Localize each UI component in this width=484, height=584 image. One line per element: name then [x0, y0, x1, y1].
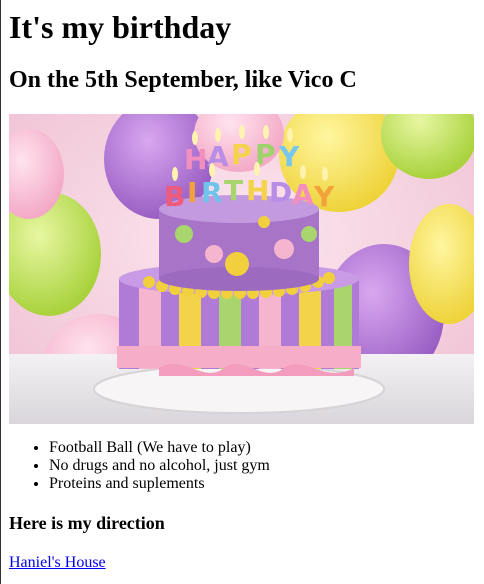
list-item: No drugs and no alcohol, just gym	[49, 457, 469, 475]
svg-text:Y: Y	[278, 140, 300, 173]
page-subtitle: On the 5th September, like Vico C	[9, 67, 357, 93]
svg-text:A: A	[292, 178, 314, 211]
list-item: Proteins and suplements	[49, 475, 469, 493]
svg-text:P: P	[231, 138, 252, 171]
svg-text:R: R	[201, 176, 223, 209]
svg-text:B: B	[164, 180, 185, 213]
svg-text:I: I	[187, 176, 197, 209]
svg-text:Y: Y	[313, 180, 335, 213]
gift-list: Football Ball (We have to play) No drugs…	[9, 439, 469, 493]
direction-heading: Here is my direction	[9, 513, 165, 533]
svg-text:H: H	[184, 143, 207, 176]
page-left-border	[0, 0, 1, 584]
page-title: It's my birthday	[9, 9, 232, 45]
svg-text:H: H	[246, 174, 269, 207]
birthday-cake-image: H A P P Y B I R T H D A Y	[9, 114, 474, 424]
list-item: Football Ball (We have to play)	[49, 439, 469, 457]
svg-text:D: D	[269, 176, 292, 209]
direction-link[interactable]: Haniel's House	[9, 554, 106, 572]
svg-text:T: T	[224, 174, 243, 207]
